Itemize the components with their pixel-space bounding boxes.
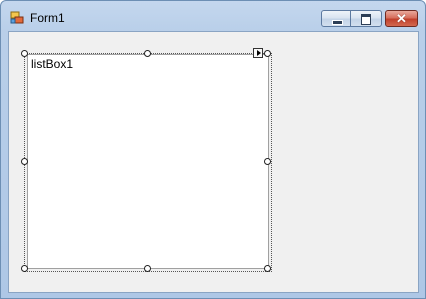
smart-tag-arrow-icon: [257, 50, 261, 56]
form-client-area: listBox1: [8, 31, 419, 293]
resize-handle-bottom-right[interactable]: [264, 265, 271, 272]
resize-handle-middle-right[interactable]: [264, 158, 271, 165]
close-button[interactable]: ✕: [385, 10, 418, 27]
minimize-icon: [332, 20, 343, 25]
maximize-icon: [361, 14, 371, 25]
form-window: Form1 ✕ listBox1: [0, 0, 426, 299]
smart-tag-button[interactable]: [253, 48, 263, 58]
close-icon: ✕: [396, 11, 407, 26]
title-bar[interactable]: Form1 ✕: [1, 1, 425, 35]
form-icon: [10, 11, 24, 24]
resize-handle-bottom-center[interactable]: [144, 265, 151, 272]
window-title: Form1: [30, 11, 65, 25]
resize-handle-top-left[interactable]: [21, 50, 28, 57]
maximize-button[interactable]: [351, 10, 382, 27]
resize-handle-top-right[interactable]: [264, 50, 271, 57]
listbox[interactable]: listBox1: [27, 54, 269, 269]
resize-handle-bottom-left[interactable]: [21, 265, 28, 272]
minimize-button[interactable]: [321, 10, 351, 27]
listbox-label: listBox1: [31, 57, 74, 71]
resize-handle-middle-left[interactable]: [21, 158, 28, 165]
resize-handle-top-center[interactable]: [144, 50, 151, 57]
